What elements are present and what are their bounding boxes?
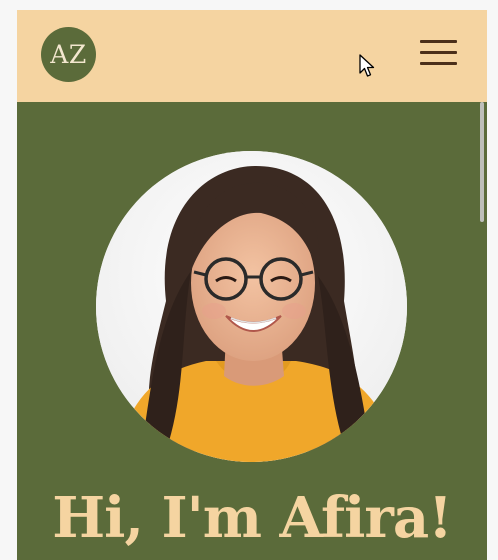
- mouse-pointer-icon: [359, 54, 375, 77]
- browser-frame: AZ Hi, I'm Afira!: [0, 0, 498, 560]
- hero-headline: Hi, I'm Afira!: [52, 485, 452, 551]
- menu-line: [420, 51, 457, 54]
- site-header: AZ: [17, 10, 487, 102]
- portrait-image: [96, 151, 407, 462]
- menu-line: [420, 62, 457, 65]
- logo-badge[interactable]: AZ: [41, 27, 96, 82]
- scrollbar[interactable]: [480, 102, 484, 222]
- profile-portrait: [96, 151, 407, 462]
- menu-line: [420, 40, 457, 43]
- hamburger-menu-icon[interactable]: [418, 38, 458, 68]
- page-viewport: AZ Hi, I'm Afira!: [17, 10, 487, 560]
